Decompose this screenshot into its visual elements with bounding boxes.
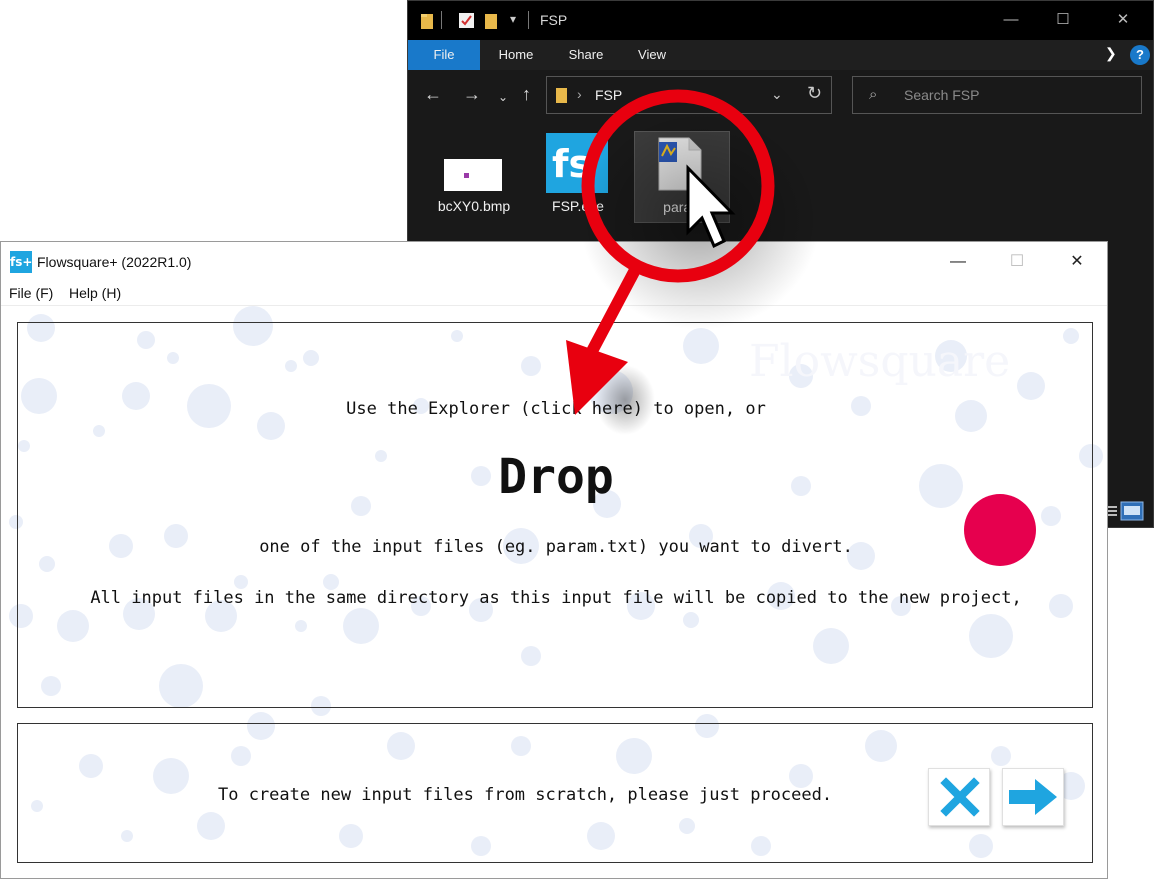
tab-view[interactable]: View [624,40,680,70]
file-name: FSP.exe [552,198,604,214]
new-folder-icon[interactable] [484,12,498,30]
fs-app-icon: fs + [546,133,608,193]
status-indicator-dot [964,494,1036,566]
view-toggle-icons[interactable] [1103,501,1147,521]
properties-icon[interactable] [458,12,475,29]
search-icon: ⌕ [869,86,878,103]
tab-home[interactable]: Home [488,40,544,70]
file-item-param[interactable]: param [634,131,730,223]
divider [441,11,442,29]
main-content: Flowsquare Use the Explorer (click here)… [1,306,1107,878]
address-dropdown-chevron-icon[interactable]: ⌄ [771,86,783,103]
open-with-explorer-link[interactable]: Use the Explorer (click here) to open, o… [18,399,1094,419]
quick-access-dropdown-icon[interactable]: ▾ [510,12,516,26]
breadcrumb-separator-icon: › [577,86,582,102]
svg-text:fs: fs [552,142,591,186]
svg-text:+: + [591,138,604,157]
close-x-icon [940,777,980,817]
file-item-fsp-exe[interactable]: fs + FSP.exe [530,131,626,223]
maximize-button[interactable]: ☐ [997,250,1037,274]
forward-arrow-icon[interactable]: → [463,84,481,104]
explorer-navigation-bar: ← → ⌄ ↑ › FSP ⌄ ↻ ⌕ Search FSP [408,70,1153,120]
minimize-button[interactable]: — [938,250,978,274]
flowsquare-window: fs+ Flowsquare+ (2022R1.0) — ☐ ✕ File (F… [0,241,1108,879]
search-box[interactable]: ⌕ Search FSP [852,76,1142,114]
copy-notice: All input files in the same directory as… [90,588,1022,608]
explorer-minimize-button[interactable]: — [996,8,1026,32]
menu-help[interactable]: Help (H) [69,285,121,301]
proceed-button[interactable] [1002,768,1064,826]
explorer-titlebar[interactable]: ▾ FSP — ☐ ✕ [408,1,1153,40]
fs-app-icon: fs+ [10,251,32,273]
menu-bar: File (F) Help (H) [1,282,1107,306]
ribbon-expand-chevron-icon[interactable]: ❯ [1105,45,1117,62]
back-arrow-icon[interactable]: ← [424,84,442,104]
search-input[interactable]: Search FSP [904,87,979,103]
window-title: Flowsquare+ (2022R1.0) [37,254,192,270]
flowsquare-titlebar[interactable]: fs+ Flowsquare+ (2022R1.0) — ☐ ✕ [1,242,1107,282]
up-arrow-icon[interactable]: ↑ [522,84,531,104]
explorer-close-button[interactable]: ✕ [1108,8,1138,32]
divider [528,11,529,29]
cancel-button[interactable] [928,768,990,826]
help-icon[interactable]: ? [1130,45,1150,65]
arrow-right-icon [1009,779,1057,815]
explorer-maximize-button[interactable]: ☐ [1048,8,1078,32]
explorer-ribbon: File Home Share View ❯ ? [408,40,1153,70]
menu-file[interactable]: File (F) [9,285,53,301]
tab-share[interactable]: Share [558,40,614,70]
folder-icon [556,88,567,103]
proceed-instruction: To create new input files from scratch, … [218,785,833,805]
proceed-panel: To create new input files from scratch, … [17,723,1093,863]
drop-zone-panel[interactable]: Use the Explorer (click here) to open, o… [17,322,1093,708]
screenshot-stage: ▾ FSP — ☐ ✕ File Home Share View ❯ ? ← →… [0,0,1154,879]
tab-file[interactable]: File [408,40,480,70]
close-button[interactable]: ✕ [1057,250,1097,274]
file-name: param [663,199,703,215]
recent-locations-chevron-icon[interactable]: ⌄ [498,87,508,107]
file-item-bcxy0-bmp[interactable]: bcXY0.bmp [426,131,522,223]
refresh-icon[interactable]: ↻ [807,83,822,104]
address-bar[interactable]: › FSP ⌄ ↻ [546,76,832,114]
address-path[interactable]: FSP [595,87,622,103]
bitmap-icon [444,159,502,191]
file-name: bcXY0.bmp [437,198,511,214]
drop-instruction: one of the input files (eg. param.txt) y… [259,537,853,557]
drop-headline: Drop [498,449,614,505]
folder-icon [421,14,433,29]
text-file-icon [658,137,702,191]
explorer-title: FSP [540,12,568,28]
